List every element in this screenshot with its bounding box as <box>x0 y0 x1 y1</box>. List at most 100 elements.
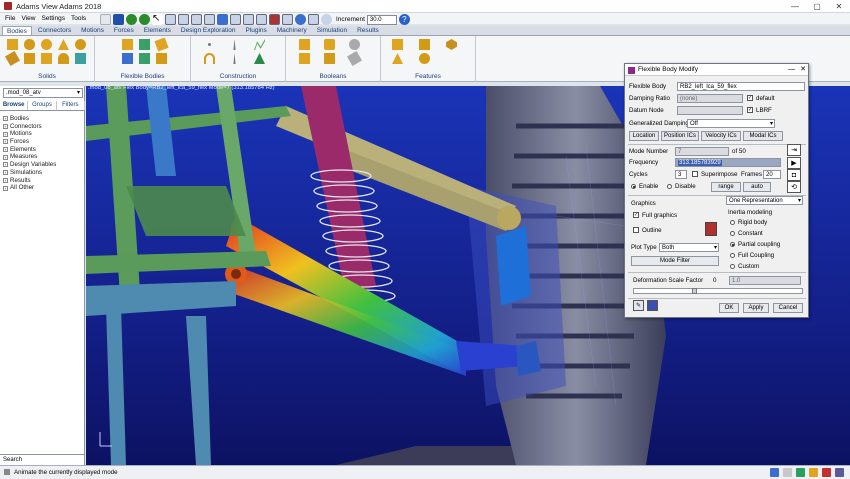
damping-ratio-input[interactable]: (none) <box>677 94 743 103</box>
enable-radio[interactable] <box>631 184 636 189</box>
simulation-status-icon[interactable] <box>796 468 805 477</box>
tab-position-ics[interactable]: Position ICs <box>661 131 699 141</box>
representation-select[interactable]: One Representation <box>726 196 803 205</box>
tab-elements[interactable]: Elements <box>140 26 175 35</box>
expand-icon[interactable]: + <box>3 185 8 191</box>
tab-modal-ics[interactable]: Modal ICs <box>743 131 783 141</box>
menu-view[interactable]: View <box>21 15 35 22</box>
tab-location[interactable]: Location <box>629 131 659 141</box>
auto-button[interactable]: auto <box>743 182 771 192</box>
range-button[interactable]: range <box>711 182 741 192</box>
tab-velocity-ics[interactable]: Velocity ICs <box>701 131 741 141</box>
move-icon[interactable] <box>295 14 306 25</box>
hole-icon[interactable] <box>446 39 457 50</box>
expand-icon[interactable]: + <box>3 124 8 130</box>
torus-icon[interactable] <box>75 39 86 50</box>
rigid-body-icon[interactable] <box>75 53 86 64</box>
expand-icon[interactable]: + <box>3 177 8 183</box>
view-orient-icon[interactable] <box>256 14 267 25</box>
sphere-icon[interactable] <box>41 39 52 50</box>
new-icon[interactable] <box>100 14 111 25</box>
inertia-rigid-body-radio[interactable] <box>730 220 735 225</box>
expand-icon[interactable]: + <box>3 162 8 168</box>
tab-motions[interactable]: Motions <box>77 26 108 35</box>
chamfer-icon[interactable] <box>392 39 403 50</box>
tree-item-forces[interactable]: + Forces <box>3 138 56 146</box>
beam-icon[interactable] <box>156 53 167 64</box>
shading-icon[interactable] <box>282 14 293 25</box>
menu-tools[interactable]: Tools <box>71 15 86 22</box>
inertia-full-coupling-radio[interactable] <box>730 253 735 258</box>
tree-item-all-other[interactable]: + All Other <box>3 184 56 192</box>
tree-item-connectors[interactable]: + Connectors <box>3 123 56 131</box>
mode-filter-button[interactable]: Mode Filter <box>631 256 719 266</box>
tab-plugins[interactable]: Plugins <box>241 26 270 35</box>
disable-radio[interactable] <box>667 184 672 189</box>
stop-icon[interactable] <box>822 468 831 477</box>
menu-file[interactable]: File <box>5 15 15 22</box>
settings-icon[interactable] <box>835 468 844 477</box>
message-window-icon[interactable] <box>770 468 779 477</box>
tab-design-exploration[interactable]: Design Exploration <box>177 26 240 35</box>
expand-icon[interactable]: + <box>3 116 8 122</box>
discrete-flex-link-icon[interactable] <box>154 37 169 52</box>
info-icon[interactable] <box>647 300 658 311</box>
perspective-icon[interactable] <box>243 14 254 25</box>
tab-forces[interactable]: Forces <box>110 26 138 35</box>
measure-icon[interactable] <box>308 14 319 25</box>
fillet-icon[interactable] <box>419 39 430 50</box>
increment-input[interactable]: 30.0 <box>366 14 397 25</box>
spline-icon[interactable] <box>233 53 236 64</box>
intersect-icon[interactable] <box>349 39 360 50</box>
outline-checkbox[interactable] <box>633 227 639 233</box>
toggle-icons-icon[interactable] <box>269 14 280 25</box>
default-checkbox[interactable]: ✓ <box>747 95 753 101</box>
slider-thumb[interactable] <box>692 288 697 294</box>
expand-icon[interactable]: + <box>3 170 8 176</box>
zoom-box-icon[interactable] <box>165 14 176 25</box>
frequency-input[interactable]: 313.185783929 <box>675 158 781 167</box>
full-graphics-checkbox[interactable]: ✓ <box>633 212 639 218</box>
tab-groups[interactable]: Groups <box>28 101 57 110</box>
ok-button[interactable]: OK <box>719 303 739 313</box>
expand-icon[interactable]: + <box>3 154 8 160</box>
close-button[interactable]: ✕ <box>828 0 850 13</box>
plate-icon[interactable] <box>24 53 35 64</box>
frustum-icon[interactable] <box>58 39 69 50</box>
chain-icon[interactable] <box>254 53 265 64</box>
expand-icon[interactable]: + <box>3 139 8 145</box>
tree-item-measures[interactable]: + Measures <box>3 153 56 161</box>
warning-icon[interactable] <box>809 468 818 477</box>
redo-icon[interactable] <box>139 14 150 25</box>
tab-connectors[interactable]: Connectors <box>34 26 75 35</box>
lbrf-checkbox[interactable]: ✓ <box>747 107 753 113</box>
search-icon[interactable] <box>321 14 332 25</box>
edit-icon[interactable]: ✎ <box>633 300 644 311</box>
merge-icon[interactable] <box>324 39 335 50</box>
datum-node-input[interactable] <box>677 106 743 115</box>
chain-link-icon[interactable] <box>346 50 363 67</box>
expand-icon[interactable]: + <box>3 131 8 137</box>
render-icon[interactable] <box>217 14 228 25</box>
color-table-icon[interactable] <box>705 222 717 236</box>
link-icon[interactable] <box>4 50 21 67</box>
tree-item-results[interactable]: + Results <box>3 177 56 185</box>
cut-icon[interactable] <box>299 53 310 64</box>
minimize-button[interactable]: — <box>784 0 806 13</box>
cycles-input[interactable]: 3 <box>675 170 687 179</box>
revolution-icon[interactable] <box>58 53 69 64</box>
plot-type-select[interactable]: Both <box>659 243 719 252</box>
flex-body-icon[interactable] <box>122 39 133 50</box>
extrusion-icon[interactable] <box>41 53 52 64</box>
marker-icon[interactable] <box>233 39 236 50</box>
grid-icon[interactable] <box>230 14 241 25</box>
dialog-close-button[interactable]: ✕ <box>800 64 806 76</box>
menu-settings[interactable]: Settings <box>41 15 65 22</box>
dialog-minimize-button[interactable]: — <box>788 64 795 76</box>
polyline-icon[interactable] <box>254 39 265 50</box>
frequency-play-icon[interactable]: ▶ <box>787 157 801 169</box>
undo-icon[interactable] <box>126 14 137 25</box>
maximize-button[interactable]: ▢ <box>806 0 828 13</box>
cancel-button[interactable]: Cancel <box>773 303 803 313</box>
frames-input[interactable]: 20 <box>763 170 781 179</box>
